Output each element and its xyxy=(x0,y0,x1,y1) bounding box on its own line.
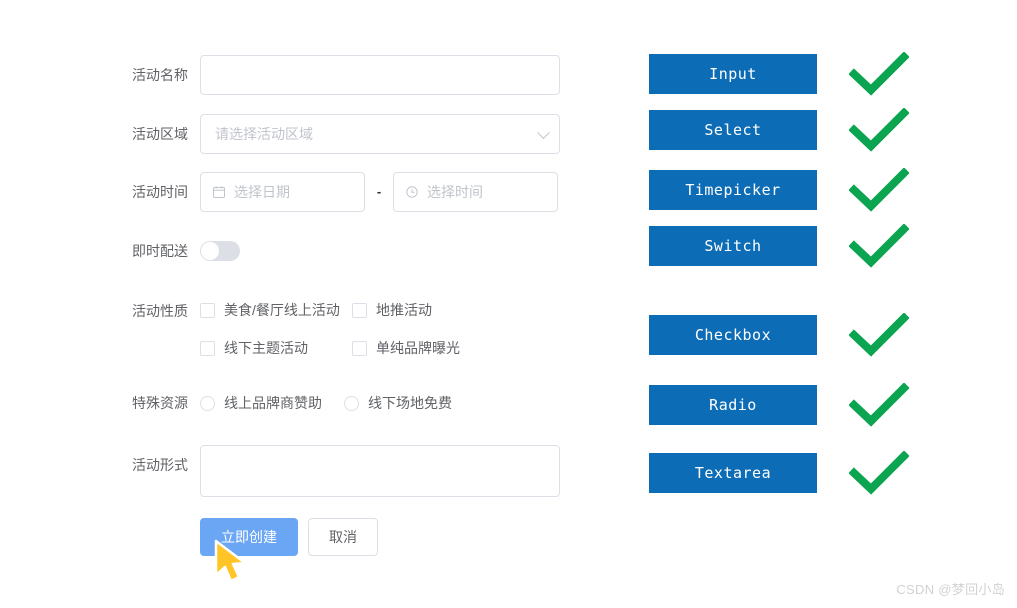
field-activity-region: 请选择活动区域 xyxy=(200,114,560,154)
tag-label-checkbox: Checkbox xyxy=(649,315,817,355)
component-checklist: Input Select Timepicker Switch Checkbox xyxy=(649,0,1017,608)
time-range-separator: - xyxy=(376,184,382,199)
activity-region-select[interactable]: 请选择活动区域 xyxy=(200,114,560,154)
checklist-item-checkbox: Checkbox xyxy=(649,313,909,357)
radio-row: 线上品牌商赞助 线下场地免费 xyxy=(200,387,470,419)
checkbox-option-offline-theme[interactable]: 线下主题活动 xyxy=(200,338,352,358)
cancel-button[interactable]: 取消 xyxy=(308,518,378,556)
radio-icon[interactable] xyxy=(344,395,359,411)
form-row-activity-time: 活动时间 选择日期 - 选择时间 xyxy=(118,172,558,212)
field-special-resources: 线上品牌商赞助 线下场地免费 xyxy=(200,387,470,419)
field-activity-format xyxy=(200,445,560,497)
checkbox-icon[interactable] xyxy=(200,302,215,318)
checkbox-option-label: 线下主题活动 xyxy=(224,340,308,356)
check-icon xyxy=(849,451,909,495)
checklist-item-switch: Switch xyxy=(649,224,909,268)
form-row-activity-region: 活动区域 请选择活动区域 xyxy=(118,114,560,154)
activity-time-picker[interactable]: 选择时间 xyxy=(393,172,558,212)
check-icon xyxy=(849,108,909,152)
radio-option-free-venue[interactable]: 线下场地免费 xyxy=(344,393,452,413)
field-activity-time: 选择日期 - 选择时间 xyxy=(200,172,558,212)
checklist-item-radio: Radio xyxy=(649,383,909,427)
chevron-down-icon xyxy=(537,126,550,140)
label-activity-time: 活动时间 xyxy=(132,184,188,200)
checkbox-option-food-online[interactable]: 美食/餐厅线上活动 xyxy=(200,300,352,320)
field-instant-delivery xyxy=(200,231,240,261)
activity-date-placeholder: 选择日期 xyxy=(234,184,290,200)
tag-label-textarea: Textarea xyxy=(649,453,817,493)
activity-form: 活动名称 活动区域 请选择活动区域 活动时间 选择日期 - 选择时间 即时配送 … xyxy=(0,0,600,608)
checkbox-option-label: 单纯品牌曝光 xyxy=(376,340,460,356)
activity-region-placeholder: 请选择活动区域 xyxy=(215,126,313,142)
activity-time-placeholder: 选择时间 xyxy=(427,184,483,200)
activity-name-input[interactable] xyxy=(200,55,560,95)
label-activity-name: 活动名称 xyxy=(132,67,188,83)
checkbox-option-label: 地推活动 xyxy=(376,302,432,318)
form-row-activity-nature: 活动性质 美食/餐厅线上活动 地推活动 线下主题活动 单纯品牌曝光 xyxy=(118,291,478,367)
screen-root: 活动名称 活动区域 请选择活动区域 活动时间 选择日期 - 选择时间 即时配送 … xyxy=(0,0,1017,608)
checkbox-option-ground-promo[interactable]: 地推活动 xyxy=(352,300,432,320)
tag-label-input: Input xyxy=(649,54,817,94)
radio-option-label: 线下场地免费 xyxy=(368,395,452,411)
activity-format-textarea[interactable] xyxy=(200,445,560,497)
tag-label-switch: Switch xyxy=(649,226,817,266)
checkbox-icon[interactable] xyxy=(200,340,215,356)
checklist-item-textarea: Textarea xyxy=(649,451,909,495)
form-row-special-resources: 特殊资源 线上品牌商赞助 线下场地免费 xyxy=(118,387,470,419)
check-icon xyxy=(849,52,909,96)
checkbox-option-brand-exposure[interactable]: 单纯品牌曝光 xyxy=(352,338,460,358)
clock-icon xyxy=(405,185,419,199)
check-icon xyxy=(849,168,909,212)
radio-icon[interactable] xyxy=(200,395,215,411)
checkbox-icon[interactable] xyxy=(352,340,367,356)
check-icon xyxy=(849,383,909,427)
label-activity-format: 活动形式 xyxy=(132,457,188,473)
tag-label-timepicker: Timepicker xyxy=(649,170,817,210)
form-row-instant-delivery: 即时配送 xyxy=(118,231,240,271)
activity-date-picker[interactable]: 选择日期 xyxy=(200,172,365,212)
field-activity-nature: 美食/餐厅线上活动 地推活动 线下主题活动 单纯品牌曝光 xyxy=(200,291,478,367)
instant-delivery-switch[interactable] xyxy=(200,241,240,261)
radio-option-brand-sponsor[interactable]: 线上品牌商赞助 xyxy=(200,393,344,413)
form-row-activity-format: 活动形式 xyxy=(118,445,560,497)
tag-label-radio: Radio xyxy=(649,385,817,425)
tag-label-select: Select xyxy=(649,110,817,150)
switch-knob xyxy=(201,242,219,260)
label-activity-nature: 活动性质 xyxy=(132,303,188,319)
form-row-actions: 立即创建 取消 xyxy=(118,518,378,556)
checkbox-row-2: 线下主题活动 单纯品牌曝光 xyxy=(200,329,478,367)
create-now-button[interactable]: 立即创建 xyxy=(200,518,298,556)
watermark: CSDN @梦回小岛 xyxy=(896,582,1005,597)
form-row-activity-name: 活动名称 xyxy=(118,55,560,95)
checklist-item-timepicker: Timepicker xyxy=(649,168,909,212)
checkbox-row-1: 美食/餐厅线上活动 地推活动 xyxy=(200,291,478,329)
label-instant-delivery: 即时配送 xyxy=(132,243,188,259)
field-activity-name xyxy=(200,55,560,95)
calendar-icon xyxy=(212,185,226,199)
checklist-item-select: Select xyxy=(649,108,909,152)
radio-option-label: 线上品牌商赞助 xyxy=(224,395,322,411)
label-special-resources: 特殊资源 xyxy=(132,395,188,411)
form-actions: 立即创建 取消 xyxy=(200,518,378,556)
check-icon xyxy=(849,313,909,357)
checklist-item-input: Input xyxy=(649,52,909,96)
checkbox-icon[interactable] xyxy=(352,302,367,318)
checkbox-option-label: 美食/餐厅线上活动 xyxy=(224,302,340,318)
check-icon xyxy=(849,224,909,268)
label-activity-region: 活动区域 xyxy=(132,126,188,142)
